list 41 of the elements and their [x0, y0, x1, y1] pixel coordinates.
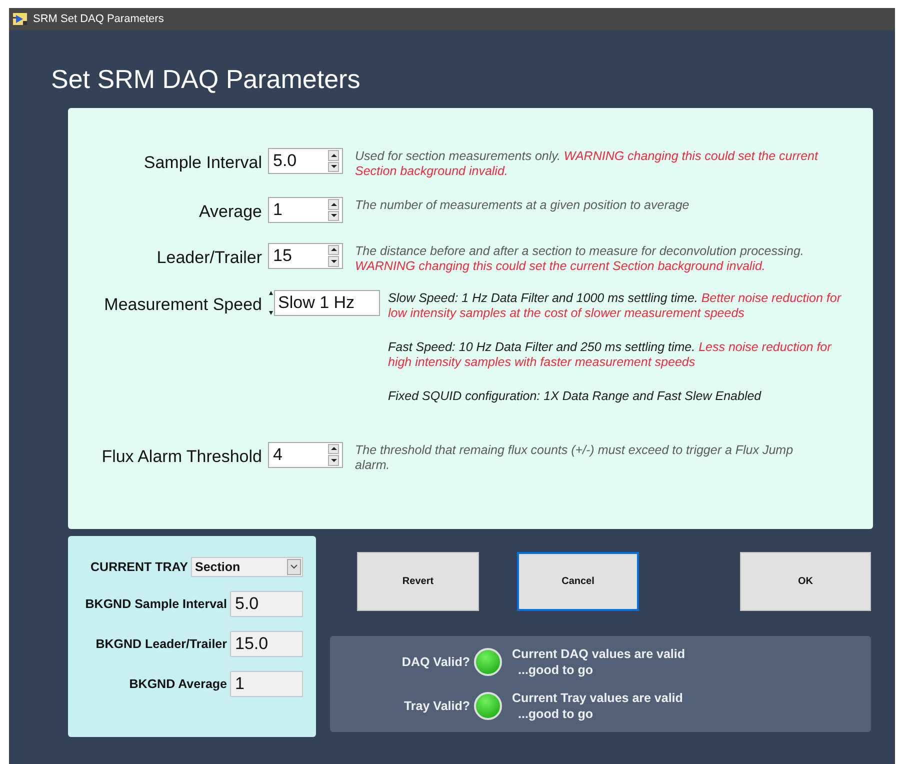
background-label: BKGND Leader/Trailer — [96, 636, 227, 653]
description-text: The number of measurements at a given position to average — [355, 198, 690, 213]
app-icon — [13, 13, 27, 25]
numeric-field[interactable]: 4 — [268, 442, 343, 468]
description-text: Fixed SQUID configuration: 1X Data Range and Fast Slew Enabled — [388, 388, 762, 404]
spinner-arrows-icon[interactable] — [328, 150, 339, 172]
background-label: BKGND Sample Interval — [85, 596, 227, 613]
description-text: Used for section measurements only. WARNING changing this could set the current Section background invalid. — [355, 149, 820, 179]
status-detail: ...good to go — [517, 662, 594, 678]
background-label: BKGND Average — [129, 676, 227, 693]
status-detail: ...good to go — [517, 706, 594, 722]
background-value-field: 5.0 — [230, 591, 303, 617]
action-button[interactable]: Revert — [357, 552, 479, 611]
parameter-label: Flux Alarm Threshold — [100, 446, 263, 468]
description-text: Fast Speed: 10 Hz Data Filter and 250 ms settling time. Less noise reduction for high intensity samples with faster measurement speeds — [388, 340, 833, 370]
window-title: SRM Set DAQ Parameters — [33, 12, 164, 27]
numeric-field[interactable]: 15 — [268, 242, 343, 268]
parameter-label: Sample Interval — [142, 152, 263, 174]
background-value-field: 15.0 — [230, 631, 303, 657]
tray-label: CURRENT TRAY — [90, 558, 188, 576]
spinner-arrows-icon[interactable] — [328, 244, 339, 266]
parameter-label: Leader/Trailer — [156, 246, 263, 268]
parameter-label: Measurement Speed — [103, 294, 263, 316]
spinner-arrows-icon[interactable] — [328, 444, 339, 466]
description-text: The threshold that remaing flux counts (+/-) must exceed to trigger a Flux Jump alarm. — [355, 442, 794, 472]
action-button[interactable]: OK — [740, 552, 871, 611]
tray-dropdown[interactable]: Section — [191, 557, 303, 577]
parameter-label: Average — [198, 201, 263, 223]
ring-field[interactable]: Slow 1 Hz — [274, 290, 380, 316]
status-message: Current DAQ values are valid — [512, 646, 685, 662]
status-label: Tray Valid? — [402, 698, 470, 715]
description-text: Slow Speed: 1 Hz Data Filter and 1000 ms settling time. Better noise reduction for low intensity samples at the cost of slower measurement speeds — [388, 290, 842, 320]
description-text: The distance before and after a section to measure for deconvolution processing. WARNING changing this could set the current Section background invalid. — [355, 244, 805, 274]
status-message: Current Tray values are valid — [512, 690, 683, 706]
numeric-field[interactable]: 5.0 — [268, 148, 343, 174]
background-value-field: 1 — [230, 671, 303, 697]
spinner-arrows-icon[interactable] — [328, 199, 339, 221]
status-label: DAQ Valid? — [400, 654, 470, 671]
numeric-field[interactable]: 1 — [268, 197, 343, 223]
action-button[interactable]: Cancel — [517, 552, 639, 611]
page-heading: Set SRM DAQ Parameters — [51, 64, 362, 94]
